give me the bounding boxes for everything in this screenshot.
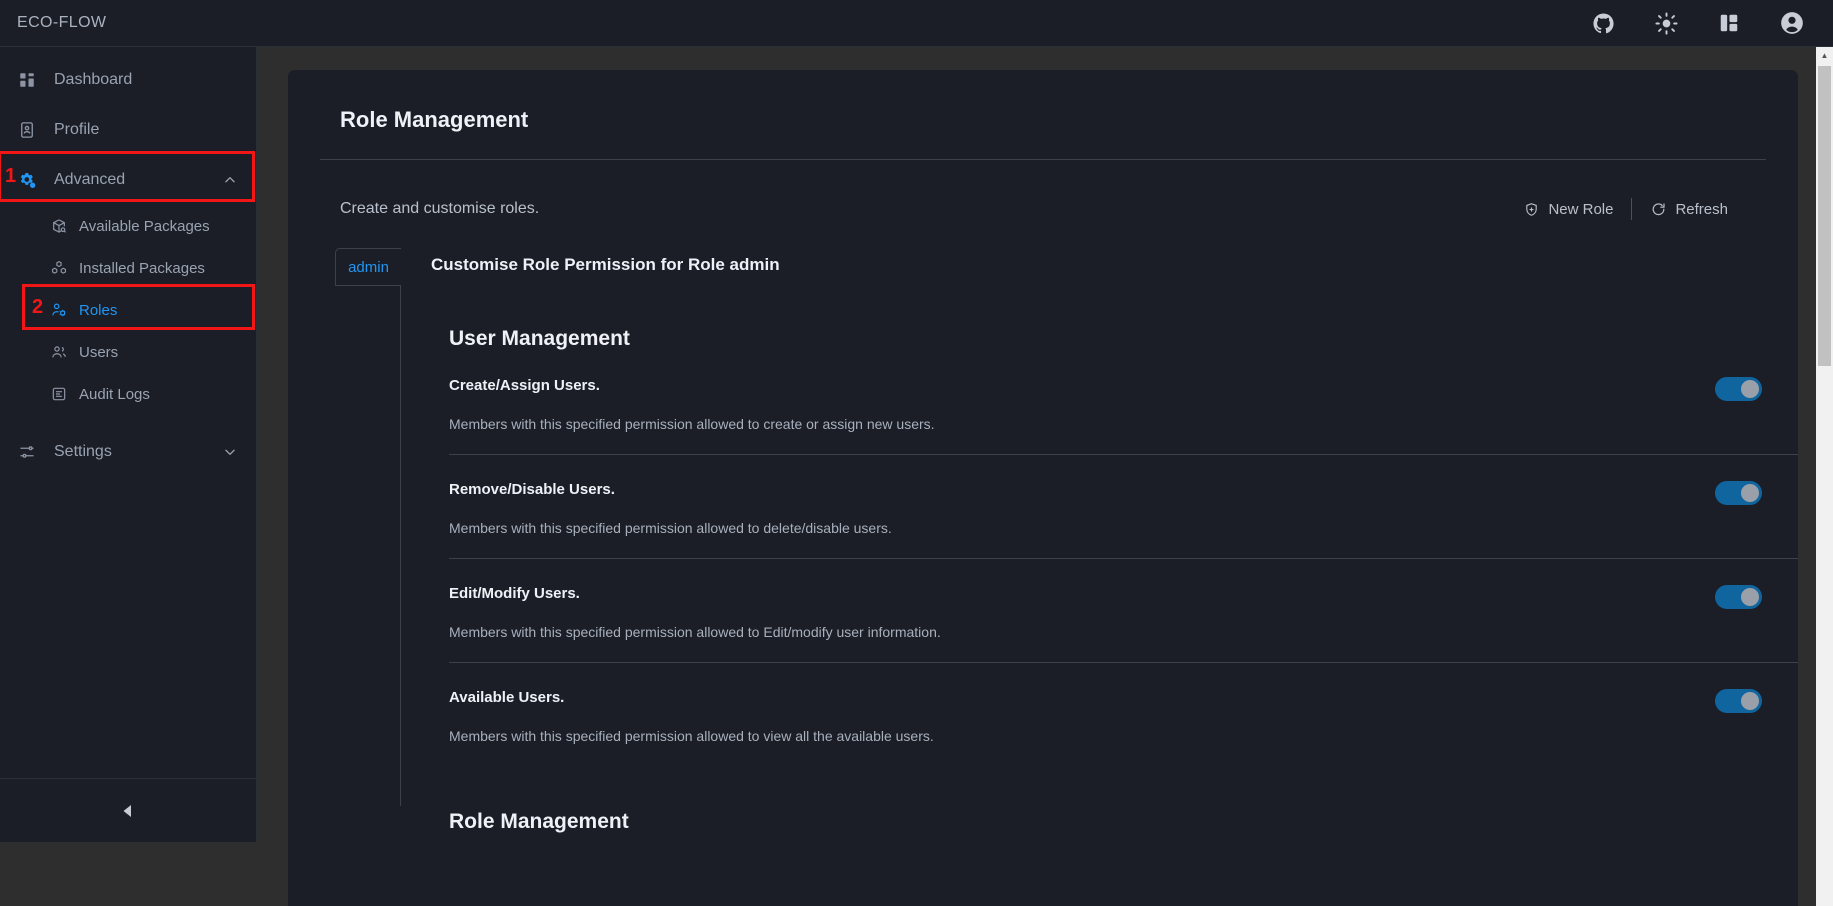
scroll-up-icon[interactable]: ▲ (1816, 47, 1833, 64)
user-cog-icon (50, 299, 68, 321)
id-card-icon (16, 119, 38, 141)
role-management-card: Role Management Create and customise rol… (288, 70, 1798, 906)
logs-icon (50, 383, 68, 405)
sidebar-item-label: Audit Logs (79, 385, 150, 403)
app-brand: ECO-FLOW (17, 14, 107, 31)
annotation-number-2: 2 (32, 296, 44, 318)
shield-plus-icon (1523, 201, 1539, 217)
permission-description: Members with this specified permission a… (449, 416, 935, 432)
sidebar-item-advanced[interactable]: Advanced (0, 155, 256, 205)
role-tab-admin[interactable]: admin (335, 248, 401, 286)
role-tab-list: admin (335, 248, 401, 834)
permission-description: Members with this specified permission a… (449, 728, 934, 744)
permission-toggle[interactable] (1715, 585, 1762, 609)
sidebar-item-label: Users (79, 343, 119, 361)
toolbar: Create and customise roles. New Role Ref… (288, 160, 1798, 220)
permission-row: Create/Assign Users. Members with this s… (449, 351, 1798, 455)
sun-icon[interactable] (1653, 10, 1679, 36)
permission-row: Available Users. Members with this speci… (449, 663, 1798, 766)
sidebar-footer (0, 778, 256, 842)
permissions-title: Customise Role Permission for Role admin (431, 255, 780, 274)
sidebar-item-label: Available Packages (79, 217, 210, 235)
sidebar-item-profile[interactable]: Profile (0, 105, 256, 155)
section-heading-user-management: User Management (449, 327, 630, 350)
sidebar-nav: Dashboard Profile Advanced Available Pac… (0, 47, 256, 477)
chevron-down-icon[interactable] (222, 444, 238, 460)
sidebar-item-label: Roles (79, 301, 118, 319)
permission-toggle[interactable] (1715, 377, 1762, 401)
github-icon[interactable] (1590, 10, 1616, 36)
sidebar-item-label: Advanced (54, 171, 126, 188)
sidebar-item-label: Dashboard (54, 71, 133, 88)
toggle-knob (1741, 588, 1759, 606)
gears-icon (16, 169, 38, 191)
permission-name: Create/Assign Users. (449, 377, 600, 394)
new-role-button[interactable]: New Role (1505, 201, 1631, 218)
grid-icon (16, 69, 38, 91)
scroll-thumb[interactable] (1818, 66, 1831, 366)
sidebar: Dashboard Profile Advanced Available Pac… (0, 47, 257, 842)
boxes-icon (50, 257, 68, 279)
permission-name: Available Users. (449, 689, 565, 706)
chevron-up-icon[interactable] (222, 172, 238, 188)
sidebar-item-audit-logs[interactable]: Audit Logs (0, 373, 256, 415)
users-icon (50, 341, 68, 363)
page-subtitle: Create and customise roles. (340, 200, 540, 217)
sidebar-item-label: Settings (54, 443, 112, 460)
toolbar-actions: New Role Refresh (1505, 198, 1746, 220)
permission-list: Create/Assign Users. Members with this s… (449, 351, 1798, 766)
permission-name: Edit/Modify Users. (449, 585, 580, 602)
permission-name: Remove/Disable Users. (449, 481, 615, 498)
sidebar-item-dashboard[interactable]: Dashboard (0, 55, 256, 105)
section-heading-role-management: Role Management (449, 810, 629, 833)
toggle-knob (1741, 692, 1759, 710)
refresh-icon (1650, 201, 1666, 217)
sidebar-item-settings[interactable]: Settings (0, 427, 256, 477)
toggle-knob (1741, 380, 1759, 398)
permission-toggle[interactable] (1715, 689, 1762, 713)
package-search-icon (50, 215, 68, 237)
refresh-button[interactable]: Refresh (1632, 201, 1746, 218)
new-role-label: New Role (1548, 200, 1614, 218)
user-avatar-icon[interactable] (1779, 10, 1805, 36)
top-bar: ECO-FLOW (0, 0, 1833, 47)
permission-row: Edit/Modify Users. Members with this spe… (449, 559, 1798, 663)
annotation-number-1: 1 (5, 165, 17, 187)
sidebar-item-label: Profile (54, 121, 100, 138)
role-tab-rail (335, 286, 401, 806)
layout-panel-icon[interactable] (1716, 10, 1742, 36)
page-title: Role Management (340, 107, 529, 132)
top-bar-actions (1590, 10, 1805, 36)
permission-pane: Customise Role Permission for Role admin… (401, 248, 1798, 834)
refresh-label: Refresh (1675, 200, 1728, 218)
toggle-knob (1741, 484, 1759, 502)
sidebar-item-installed-packages[interactable]: Installed Packages (0, 247, 256, 289)
permission-description: Members with this specified permission a… (449, 520, 892, 536)
permission-toggle[interactable] (1715, 481, 1762, 505)
permission-description: Members with this specified permission a… (449, 624, 941, 640)
collapse-left-icon[interactable] (115, 798, 141, 824)
page-scrollbar[interactable]: ▲ (1816, 47, 1833, 906)
sidebar-item-available-packages[interactable]: Available Packages (0, 205, 256, 247)
main-content: Role Management Create and customise rol… (257, 47, 1833, 906)
role-tab-label: admin (348, 258, 389, 276)
role-permissions-area: admin Customise Role Permission for Role… (288, 220, 1798, 834)
permission-row: Remove/Disable Users. Members with this … (449, 455, 1798, 559)
sliders-icon (16, 441, 38, 463)
sidebar-item-label: Installed Packages (79, 259, 205, 277)
sidebar-item-users[interactable]: Users (0, 331, 256, 373)
